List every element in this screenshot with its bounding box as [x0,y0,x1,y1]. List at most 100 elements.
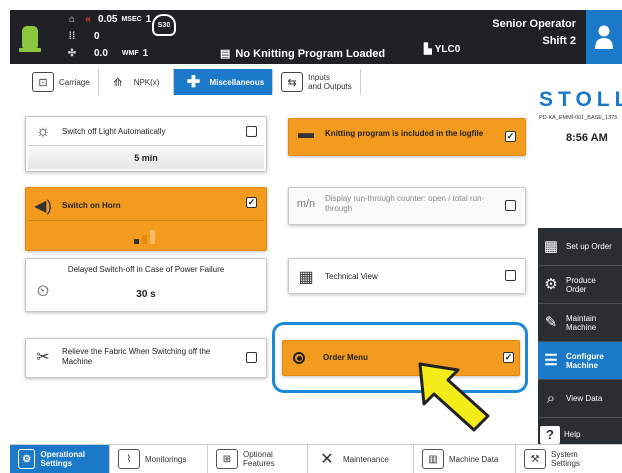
card-label: Switch off Light Automatically [62,127,166,136]
grid-icon: ⁞⁞ [68,31,76,42]
logfile-icon: ▬ [298,125,314,142]
logfile-checkbox[interactable]: ✓ [505,131,516,142]
optional-icon: ⊞ [216,449,238,469]
machine-name: ▙ YLC0 [424,44,460,55]
tension-value: 0.0 [94,48,108,59]
card-label: Technical View [325,272,378,281]
tab-inputs-outputs[interactable]: ⇆ Inputs and Outputs [273,69,361,95]
s30-label: S30 [157,21,171,29]
tab-miscellaneous[interactable]: ✚ Miscellaneous [174,69,274,95]
sidebar-item-produce-order[interactable]: ⚙ Produce Order [538,266,622,304]
speed-readout: ⌂ « 0.05 MSEC 1 [66,14,151,25]
tab-monitorings[interactable]: ⌇ Monitorings [110,445,208,473]
tension-unit: WMF [121,50,139,57]
monitor-icon: ⌇ [118,449,140,469]
counter-icon: m/n [296,198,316,210]
speed-unit: MSEC [121,16,142,23]
puzzle-icon: ✚ [186,74,201,91]
card-run-through-counter[interactable]: m/n Display run-through counter: open / … [288,187,526,225]
program-id: PD-KA_EMMI-001_BASE_1375 [539,115,618,121]
horn-volume-bar[interactable] [28,220,264,248]
tab-operational-settings[interactable]: ⚙ Operational Settings [10,445,110,473]
tab-label: NPK(x) [133,77,160,87]
npk-icon: ⟰ [113,76,123,89]
status-header: ⌂ « 0.05 MSEC 1 ⁞⁞ 0 ✣ 0.0 WMF 1 S30 ▤ N… [10,10,622,64]
clock: 8:56 AM [566,132,608,144]
card-label: Delayed Switch-off in Case of Power Fail… [67,265,225,274]
operator-info: Senior Operator Shift 2 [492,16,576,50]
program-status: ▤ No Knitting Program Loaded [220,47,385,61]
brand-logo: STOLL [539,88,622,111]
card-label: Relieve the Fabric When Switching off th… [62,347,211,366]
tab-label: Optional Features [243,450,275,468]
carriage-small-icon: ⌂ [68,14,76,25]
counter-checkbox[interactable] [505,200,516,211]
tab-label-line2: and Outputs [308,82,352,91]
tab-label: Operational Settings [40,450,85,468]
pointer-arrow-icon [418,362,490,432]
tab-machine-data[interactable]: ▥ Machine Data [414,445,516,473]
bottom-tabs: ⚙ Operational Settings ⌇ Monitorings ⊞ O… [10,444,622,473]
tab-maintenance[interactable]: ✕ Maintenance [308,445,414,473]
tension-readout: ✣ 0.0 WMF 1 [66,48,148,59]
tab-label: System Settings [551,450,580,468]
volume-bar-2 [142,234,147,244]
card-switch-off-light[interactable]: ☼ Switch off Light Automatically 5 min [25,116,267,172]
sidebar-item-label: Configure Machine [566,351,604,370]
machine-status-lamp-icon[interactable] [19,26,41,52]
sidebar-item-maintain-machine[interactable]: ✎ Maintain Machine [538,304,622,342]
technical-view-icon: ▦ [298,269,314,286]
help-icon: ? [540,425,560,444]
horn-checkbox[interactable]: ✓ [246,197,257,208]
tab-optional-features[interactable]: ⊞ Optional Features [208,445,308,473]
horn-icon: ◀) [34,198,52,215]
volume-bar-1 [134,238,139,244]
sidebar-item-label: Set up Order [566,242,612,251]
machine-data-icon: ▥ [422,449,444,469]
card-delayed-switch-off[interactable]: Delayed Switch-off in Case of Power Fail… [25,258,267,312]
tab-system-settings[interactable]: ⚒ System Settings [516,445,622,473]
main-sidebar: ▦ Set up Order ⚙ Produce Order ✎ Maintai… [538,228,622,452]
fabric-checkbox[interactable] [246,352,257,363]
sidebar-item-configure-machine[interactable]: ☰ Configure Machine [538,342,622,380]
operator-role: Senior Operator [492,18,576,30]
sidebar-item-label: View Data [566,394,603,403]
fabric-icon: ✂ [36,349,50,366]
tab-carriage[interactable]: ⊡ Carriage [24,69,99,95]
carriage-icon: ⊡ [32,72,54,92]
radio-icon [293,352,305,364]
io-icon: ⇆ [281,72,304,92]
card-logfile[interactable]: ▬ Knitting program is included in the lo… [288,118,526,156]
card-label: Knitting program is included in the logf… [325,129,484,138]
tension-count: 1 [142,48,149,59]
configure-icon: ☰ [544,352,558,369]
card-technical-view[interactable]: ▦ Technical View [288,258,526,294]
user-avatar-icon[interactable] [586,10,622,64]
power-value[interactable]: 30 s [26,289,266,300]
counter-value: 0 [94,31,100,42]
sidebar-item-label: Help [564,430,581,439]
wrench-icon: ✎ [544,314,558,331]
settings-icon: ⚙ [18,449,36,469]
sidebar-item-set-up-order[interactable]: ▦ Set up Order [538,228,622,266]
s30-carriage-icon[interactable]: S30 [152,14,176,36]
tab-label: Inputs and Outputs [308,73,352,91]
counter-readout: ⁞⁞ 0 [66,31,100,42]
light-checkbox[interactable] [246,126,257,137]
sidebar-item-label: Maintain Machine [566,313,597,332]
tab-label: Miscellaneous [209,77,265,87]
produce-order-icon: ⚙ [544,276,558,293]
card-switch-on-horn[interactable]: ◀) Switch on Horn ✓ [25,187,267,251]
machine-icon: ▙ [424,44,432,55]
technical-checkbox[interactable] [505,270,516,281]
fan-icon: ✣ [67,48,77,59]
system-icon: ⚒ [524,449,546,469]
tab-npk[interactable]: ⟰ NPK(x) [98,69,175,95]
view-data-icon: ⌕ [546,390,556,407]
tab-label: Machine Data [449,454,499,464]
sidebar-item-view-data[interactable]: ⌕ View Data [538,380,622,418]
setup-order-icon: ▦ [543,238,559,255]
maintenance-icon: ✕ [320,451,334,468]
card-relieve-fabric[interactable]: ✂ Relieve the Fabric When Switching off … [25,338,267,378]
light-value[interactable]: 5 min [28,145,264,169]
